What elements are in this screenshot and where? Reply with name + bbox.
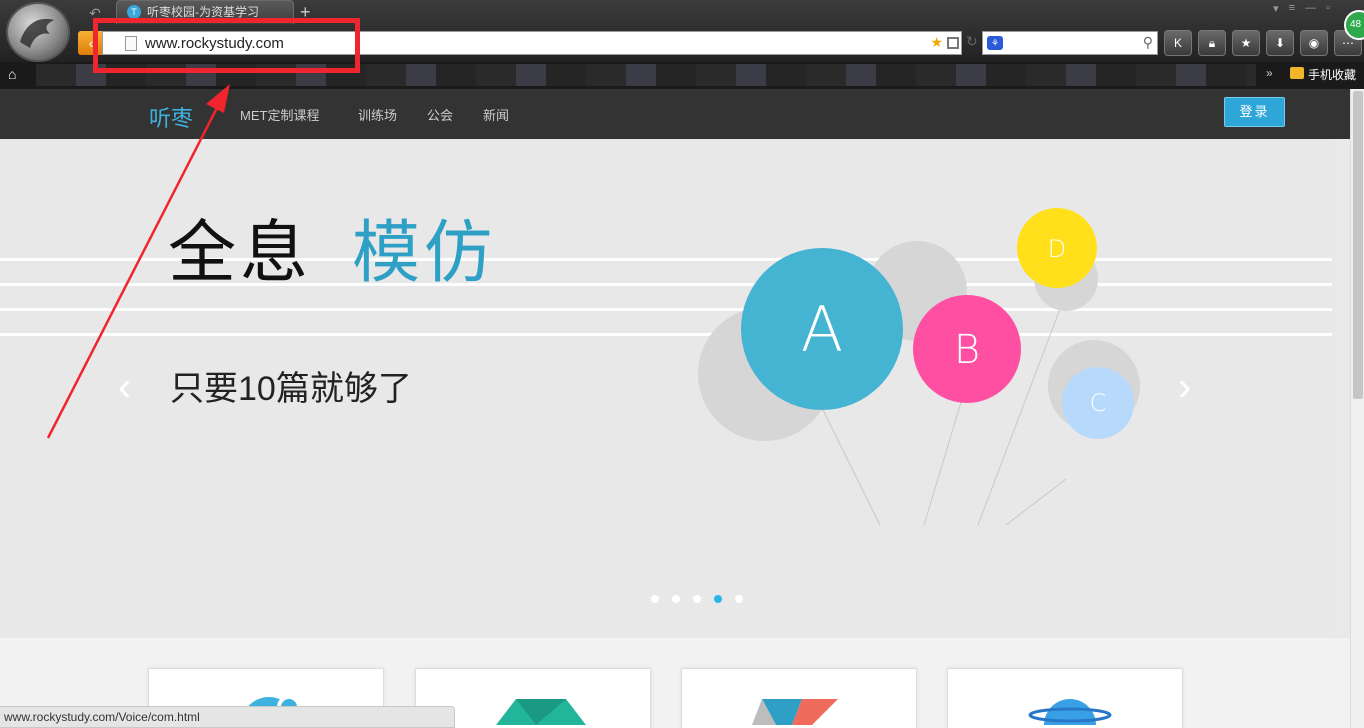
browser-logo-icon[interactable] [6,2,70,62]
hero-banner: 全息 模仿 只要10篇就够了 ‹ › A B D C [0,139,1332,638]
carousel-dot[interactable] [672,595,680,603]
search-input[interactable]: ⚘ ⚲ [982,31,1158,55]
nav-item-training[interactable]: 训练场 [358,105,397,124]
maximize-icon[interactable]: ▫ [1326,2,1330,15]
search-engine-icon[interactable]: ⚘ [987,36,1003,50]
tab-title: 听枣校园-为资基学习 [147,5,259,19]
lock-icon[interactable]: 🔒︎ [1198,30,1226,56]
window-controls: ▾ ≡ — ▫ [1273,2,1330,15]
folder-icon [1290,67,1304,79]
status-url: www.rockystudy.com/Voice/com.html [4,710,200,724]
balloon-d-letter: D [1048,235,1066,263]
bookmark-folder-label[interactable]: 手机收藏 [1308,66,1356,83]
balloon-a-letter: A [801,293,843,366]
nav-item-met[interactable]: MET定制课程 [240,105,319,124]
status-bar: www.rockystudy.com/Voice/com.html [0,706,455,728]
reload-icon[interactable]: ↻ [966,33,978,50]
carousel-dot[interactable] [714,595,722,603]
carousel-dot[interactable] [651,595,659,603]
feature-card[interactable] [947,668,1183,728]
balloon-illustration: A B D C [698,208,1140,526]
annotation-highlight-box [93,18,360,73]
search-icon[interactable]: ⚲ [1143,34,1153,51]
site-logo[interactable]: 听枣 [149,101,193,133]
carousel-dot[interactable] [735,595,743,603]
tab-favicon: T [127,5,141,19]
balloon-c-letter: C [1090,389,1107,417]
page-scrollbar[interactable] [1350,89,1364,728]
hero-subtitle: 只要10篇就够了 [170,370,412,408]
nav-item-news[interactable]: 新闻 [483,105,509,124]
skin-icon[interactable]: ▾ [1273,2,1279,15]
menu-icon[interactable]: ≡ [1289,2,1295,15]
balloon-b-letter: B [954,327,980,373]
gem-icon [496,699,586,725]
feature-card[interactable] [681,668,917,728]
home-icon[interactable]: ⌂ [8,66,26,84]
more-bookmarks-icon[interactable]: » [1266,66,1273,80]
funnel-icon [752,699,838,725]
planet-icon [1028,699,1112,725]
login-button[interactable]: 登录 [1224,97,1285,127]
hero-title-black: 全息 [168,214,313,293]
qr-icon[interactable] [947,37,959,49]
scroll-thumb[interactable] [1353,91,1363,399]
k-icon[interactable]: K [1164,30,1192,56]
star-icon[interactable]: ★ [930,34,943,51]
carousel-prev-icon[interactable]: ‹ [118,365,131,410]
site-nav: 听枣 MET定制课程 训练场 公会 新闻 登录 [0,89,1350,139]
carousel-dot[interactable] [693,595,701,603]
screen: ↶ T 听枣校园-为资基学习 + ▾ ≡ — ▫ ‹ www.rockystud… [0,0,1364,728]
gamepad-icon[interactable]: ◉ [1300,30,1328,56]
nav-item-guild[interactable]: 公会 [427,105,453,124]
download-icon[interactable]: ⬇ [1266,30,1294,56]
minimize-icon[interactable]: — [1305,2,1316,15]
favorites-icon[interactable]: ★ [1232,30,1260,56]
hero-title-blue: 模仿 [352,214,497,293]
carousel-next-icon[interactable]: › [1178,365,1191,410]
